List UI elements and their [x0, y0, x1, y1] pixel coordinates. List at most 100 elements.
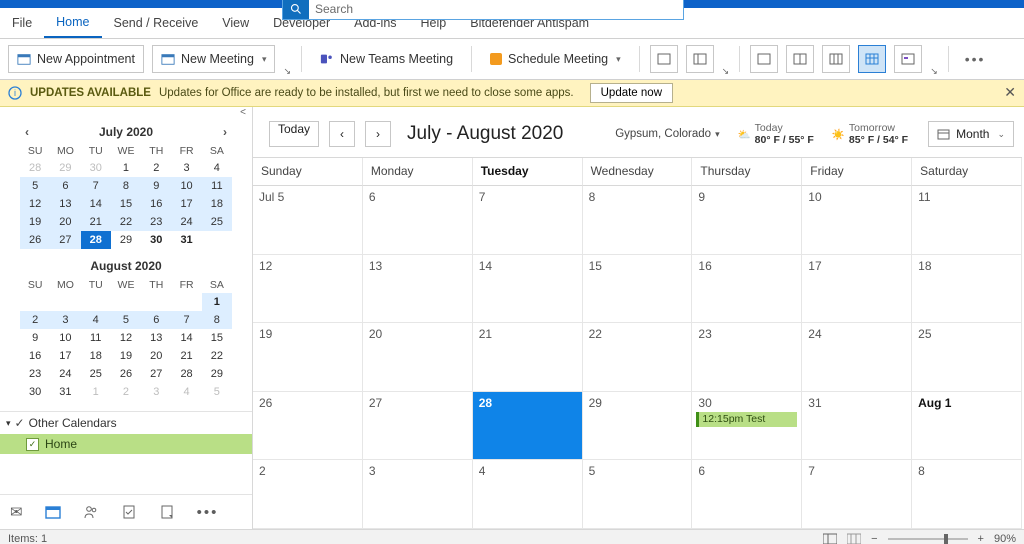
mini-day[interactable]: 4: [81, 311, 111, 329]
nav-overflow-button[interactable]: •••: [197, 504, 219, 521]
day-cell[interactable]: 2: [253, 460, 363, 529]
mini-day[interactable]: 10: [171, 177, 201, 195]
tasks-icon[interactable]: [121, 504, 137, 520]
mini-day[interactable]: 7: [171, 311, 201, 329]
mini-day[interactable]: 1: [81, 383, 111, 401]
day-cell[interactable]: 29: [583, 392, 693, 461]
mail-icon[interactable]: ✉: [10, 503, 23, 521]
mini-day[interactable]: 2: [20, 311, 50, 329]
mini-day[interactable]: 17: [171, 195, 201, 213]
zoom-out-button[interactable]: −: [871, 533, 877, 544]
mini-day[interactable]: 12: [111, 329, 141, 347]
calendar-item-home[interactable]: ✓ Home: [0, 434, 252, 454]
arrange-week-button[interactable]: [822, 45, 850, 73]
mini-day[interactable]: 30: [81, 159, 111, 177]
mini-day[interactable]: 1: [202, 293, 232, 311]
tab-send-receive[interactable]: Send / Receive: [102, 8, 211, 38]
mini-day[interactable]: 28: [171, 365, 201, 383]
day-cell[interactable]: 22: [583, 323, 693, 392]
prev-month-button[interactable]: ‹: [20, 125, 34, 139]
mini-day[interactable]: 27: [50, 231, 80, 249]
mini-day[interactable]: 1: [111, 159, 141, 177]
mini-calendar-july[interactable]: ‹ July 2020 › SUMOTUWETHFRSA 28293012345…: [0, 121, 252, 255]
mini-day[interactable]: 25: [202, 213, 232, 231]
new-teams-meeting-button[interactable]: New Teams Meeting: [312, 46, 461, 72]
mini-day[interactable]: 18: [81, 347, 111, 365]
day-cell[interactable]: 3: [363, 460, 473, 529]
search-input[interactable]: Search: [309, 0, 683, 19]
today-button[interactable]: Today: [269, 121, 319, 147]
day-cell[interactable]: 15: [583, 255, 693, 324]
new-appointment-button[interactable]: New Appointment: [8, 45, 144, 73]
mini-day[interactable]: 20: [141, 347, 171, 365]
mini-day[interactable]: 9: [141, 177, 171, 195]
month-grid[interactable]: SundayMondayTuesdayWednesdayThursdayFrid…: [253, 157, 1022, 529]
day-cell[interactable]: 7: [802, 460, 912, 529]
mini-day[interactable]: 11: [202, 177, 232, 195]
arrange-workweek-button[interactable]: [786, 45, 814, 73]
new-meeting-button[interactable]: New Meeting ▾: [152, 45, 275, 73]
day-cell[interactable]: 5: [583, 460, 693, 529]
weather-today[interactable]: ⛅ Today 80° F / 55° F: [738, 122, 814, 146]
mini-day[interactable]: 10: [50, 329, 80, 347]
mini-day[interactable]: 3: [50, 311, 80, 329]
day-cell[interactable]: 27: [363, 392, 473, 461]
zoom-slider[interactable]: [888, 538, 968, 540]
view-day-button[interactable]: [650, 45, 678, 73]
calendar-event[interactable]: 12:15pm Test: [696, 412, 797, 427]
day-cell[interactable]: 19: [253, 323, 363, 392]
people-icon[interactable]: [83, 504, 99, 520]
mini-day[interactable]: 21: [171, 347, 201, 365]
mini-day[interactable]: 14: [171, 329, 201, 347]
next-month-button[interactable]: ›: [218, 125, 232, 139]
mini-day[interactable]: 25: [81, 365, 111, 383]
mini-day[interactable]: 5: [20, 177, 50, 195]
mini-day[interactable]: 8: [202, 311, 232, 329]
day-cell[interactable]: 25: [912, 323, 1022, 392]
mini-day[interactable]: 3: [141, 383, 171, 401]
ribbon-overflow-button[interactable]: •••: [959, 51, 992, 67]
day-cell[interactable]: 6: [692, 460, 802, 529]
day-cell[interactable]: 14: [473, 255, 583, 324]
mini-day[interactable]: 29: [202, 365, 232, 383]
checkbox-icon[interactable]: ✓: [15, 416, 25, 430]
mini-day[interactable]: 23: [20, 365, 50, 383]
zoom-in-button[interactable]: +: [978, 533, 984, 544]
mini-day[interactable]: 21: [81, 213, 111, 231]
mini-day[interactable]: 29: [111, 231, 141, 249]
mini-day[interactable]: 26: [111, 365, 141, 383]
mini-day[interactable]: 20: [50, 213, 80, 231]
mini-day[interactable]: 6: [50, 177, 80, 195]
mini-day[interactable]: 19: [111, 347, 141, 365]
mini-day[interactable]: 5: [111, 311, 141, 329]
day-cell[interactable]: 20: [363, 323, 473, 392]
mini-day[interactable]: 17: [50, 347, 80, 365]
day-cell[interactable]: 13: [363, 255, 473, 324]
mini-day[interactable]: 4: [202, 159, 232, 177]
mini-day[interactable]: 30: [20, 383, 50, 401]
mini-day[interactable]: 18: [202, 195, 232, 213]
arrange-schedule-button[interactable]: [894, 45, 922, 73]
mini-day[interactable]: 15: [202, 329, 232, 347]
day-cell[interactable]: 8: [583, 186, 693, 255]
day-cell[interactable]: 6: [363, 186, 473, 255]
mini-day[interactable]: 11: [81, 329, 111, 347]
mini-day[interactable]: 22: [111, 213, 141, 231]
mini-day[interactable]: 9: [20, 329, 50, 347]
mini-day[interactable]: 23: [141, 213, 171, 231]
mini-day[interactable]: 6: [141, 311, 171, 329]
day-cell[interactable]: 21: [473, 323, 583, 392]
mini-day[interactable]: 16: [141, 195, 171, 213]
mini-day[interactable]: 15: [111, 195, 141, 213]
weather-tomorrow[interactable]: ☀️ Tomorrow 85° F / 54° F: [832, 122, 908, 146]
day-cell[interactable]: 16: [692, 255, 802, 324]
collapse-sidebar-button[interactable]: <: [0, 107, 252, 121]
view-workweek-button[interactable]: [686, 45, 714, 73]
mini-day[interactable]: 31: [171, 231, 201, 249]
view-reading-button[interactable]: [847, 533, 861, 544]
tab-home[interactable]: Home: [44, 8, 101, 38]
other-calendars-header[interactable]: ▾ ✓ Other Calendars: [0, 412, 252, 434]
close-icon[interactable]: ✕: [1004, 84, 1016, 101]
mini-day[interactable]: 3: [171, 159, 201, 177]
update-now-button[interactable]: Update now: [590, 83, 673, 103]
